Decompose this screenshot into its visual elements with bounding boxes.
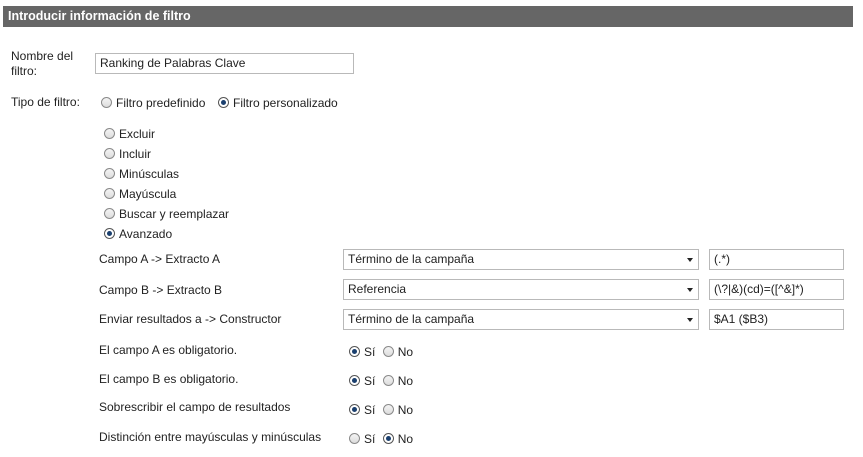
field-b-required-toggle[interactable]: Sí No — [349, 373, 413, 388]
no-label: No — [397, 344, 414, 359]
output-label: Enviar resultados a -> Constructor — [99, 312, 282, 326]
yes-label: Sí — [364, 344, 376, 359]
filter-name-label: Nombre del — [11, 49, 74, 63]
field-b-label: Campo B -> Extracto B — [99, 283, 223, 297]
output-select[interactable]: Término de la campaña — [343, 309, 699, 330]
output-select-value: Término de la campaña — [348, 312, 475, 326]
yes-label: Sí — [364, 402, 376, 417]
option-label: Excluir — [119, 126, 156, 141]
radio-yes[interactable] — [349, 433, 360, 445]
field-a-extract-input[interactable]: (.*) — [709, 249, 844, 270]
option-label: Incluir — [119, 146, 152, 161]
option-mayuscula[interactable]: Mayúscula — [104, 186, 176, 201]
radio-incluir[interactable] — [104, 148, 115, 160]
radio-predefined[interactable] — [101, 97, 112, 109]
case-sensitive-label: Distinción entre mayúsculas y minúsculas — [99, 430, 322, 444]
option-avanzado[interactable]: Avanzado — [104, 226, 172, 241]
field-b-extract-input[interactable]: (\?|&)(cd)=([^&]*) — [709, 279, 844, 300]
radio-excluir[interactable] — [104, 128, 115, 140]
filter-name-label-2: filtro: — [11, 64, 38, 78]
override-output-toggle[interactable]: Sí No — [349, 402, 413, 417]
yes-label: Sí — [364, 373, 376, 388]
radio-no[interactable] — [382, 433, 394, 445]
no-label: No — [397, 402, 414, 417]
radio-minusculas[interactable] — [104, 168, 115, 180]
field-a-label: Campo A -> Extracto A — [99, 252, 221, 266]
predefined-label: Filtro predefinido — [116, 95, 206, 110]
option-label: Buscar y reemplazar — [119, 206, 230, 221]
field-a-required-toggle[interactable]: Sí No — [349, 344, 413, 359]
radio-yes[interactable] — [349, 404, 360, 416]
no-label: No — [397, 431, 414, 446]
filter-type-custom-option[interactable]: Filtro personalizado — [218, 95, 338, 110]
field-a-required-label: El campo A es obligatorio. — [99, 343, 238, 357]
option-label: Minúsculas — [119, 166, 180, 181]
no-label: No — [397, 373, 414, 388]
radio-custom[interactable] — [218, 97, 229, 109]
chevron-down-icon — [687, 258, 693, 262]
option-minusculas[interactable]: Minúsculas — [104, 166, 179, 181]
override-output-label: Sobrescribir el campo de resultados — [99, 400, 291, 414]
option-excluir[interactable]: Excluir — [104, 126, 155, 141]
filter-name-input[interactable]: Ranking de Palabras Clave — [95, 53, 354, 74]
radio-yes[interactable] — [349, 346, 360, 358]
case-sensitive-toggle[interactable]: Sí No — [349, 431, 413, 446]
chevron-down-icon — [687, 318, 693, 322]
field-b-select-value: Referencia — [348, 282, 407, 296]
radio-avanzado[interactable] — [104, 228, 115, 240]
output-constructor-input[interactable]: $A1 ($B3) — [709, 309, 844, 330]
radio-mayuscula[interactable] — [104, 188, 115, 200]
custom-label: Filtro personalizado — [233, 95, 338, 110]
field-b-required-label: El campo B es obligatorio. — [99, 372, 239, 386]
option-label: Avanzado — [119, 226, 173, 241]
option-buscar-reemplazar[interactable]: Buscar y reemplazar — [104, 206, 229, 221]
filter-type-label: Tipo de filtro: — [11, 95, 80, 109]
filter-type-predefined-option[interactable]: Filtro predefinido — [101, 95, 205, 110]
chevron-down-icon — [687, 288, 693, 292]
field-a-select[interactable]: Término de la campaña — [343, 249, 699, 270]
field-a-select-value: Término de la campaña — [348, 252, 475, 266]
radio-no[interactable] — [382, 404, 394, 416]
radio-no[interactable] — [382, 375, 394, 387]
option-incluir[interactable]: Incluir — [104, 146, 151, 161]
yes-label: Sí — [364, 431, 376, 446]
radio-yes[interactable] — [349, 375, 360, 387]
section-header: Introducir información de filtro — [3, 6, 853, 27]
radio-buscar-reemplazar[interactable] — [104, 208, 115, 220]
option-label: Mayúscula — [119, 186, 177, 201]
field-b-select[interactable]: Referencia — [343, 279, 699, 300]
radio-no[interactable] — [382, 346, 394, 358]
